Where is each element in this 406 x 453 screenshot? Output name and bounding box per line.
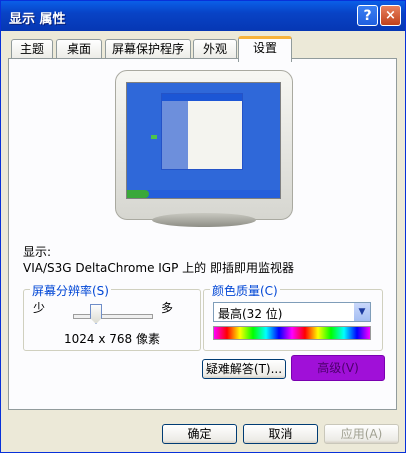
tab-themes[interactable]: 主题: [11, 39, 53, 59]
monitor-stand: [152, 213, 256, 227]
display-properties-window: 显示 属性 ? × 主题 桌面 屏幕保护程序 外观 设置 显示: VIA/S3G…: [0, 0, 406, 453]
advanced-button[interactable]: 高级(V): [291, 355, 385, 381]
chevron-down-icon[interactable]: ▼: [354, 303, 370, 321]
resolution-max-label: 多: [161, 301, 174, 315]
power-led: [151, 135, 157, 139]
resolution-slider[interactable]: [73, 314, 153, 319]
troubleshoot-button[interactable]: 疑难解答(T)...: [202, 359, 286, 379]
tab-settings[interactable]: 设置: [238, 36, 292, 62]
close-button[interactable]: ×: [380, 5, 401, 26]
preview-taskbar: [127, 190, 280, 198]
color-quality-select[interactable]: 最高(32 位) ▼: [213, 302, 371, 322]
window-title: 显示 属性: [9, 12, 66, 27]
tab-screensaver[interactable]: 屏幕保护程序: [105, 39, 191, 59]
color-quality-group-label: 颜色质量(C): [210, 282, 280, 299]
display-label: 显示:: [23, 245, 52, 259]
desktop-preview: [126, 82, 281, 199]
tab-desktop[interactable]: 桌面: [56, 39, 102, 59]
cancel-button[interactable]: 取消: [243, 424, 318, 444]
color-spectrum-preview: [213, 326, 371, 340]
title-bar[interactable]: 显示 属性 ? ×: [1, 1, 405, 31]
color-quality-value: 最高(32 位): [218, 307, 283, 321]
apply-button[interactable]: 应用(A): [324, 424, 399, 444]
display-device: VIA/S3G DeltaChrome IGP 上的 即插即用监视器: [23, 261, 294, 275]
resolution-group-label: 屏幕分辨率(S): [30, 282, 111, 299]
resolution-value: 1024 x 768 像素: [64, 332, 160, 346]
tab-appearance[interactable]: 外观: [193, 39, 237, 59]
help-button[interactable]: ?: [357, 5, 378, 26]
resolution-min-label: 少: [33, 301, 46, 315]
preview-window: [161, 93, 243, 170]
monitor-preview: [115, 70, 293, 220]
ok-button[interactable]: 确定: [162, 424, 237, 444]
